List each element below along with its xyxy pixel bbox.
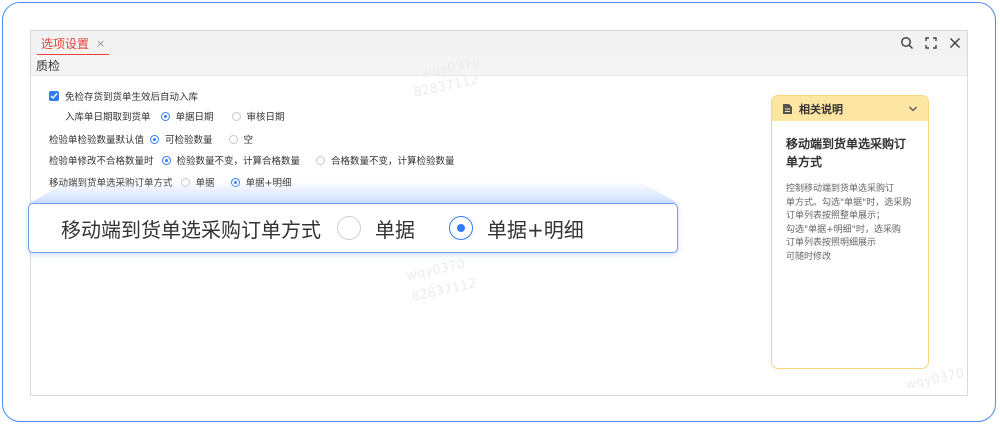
help-panel-title: 相关说明 — [799, 102, 843, 116]
help-panel-header[interactable]: 相关说明 — [772, 96, 928, 121]
section-title: 质检 — [36, 59, 61, 73]
inbound-date-row: 入库单日期取到货单 单据日期 审核日期 — [65, 109, 287, 123]
help-subtitle: 移动端到货单选采购订单方式 — [786, 137, 907, 169]
modify-fail-radio-keep-inspect[interactable] — [161, 155, 171, 165]
modify-fail-radio-keep-pass[interactable] — [316, 155, 326, 165]
tab-close-icon[interactable]: × — [96, 38, 105, 49]
default-qty-label: 检验单检验数量默认值 — [49, 135, 145, 146]
auto-stock-checkbox[interactable] — [49, 91, 59, 101]
help-line: 勾选"单据+明细"时，选采购 — [786, 224, 901, 235]
help-panel: 相关说明 移动端到货单选采购订单方式 控制移动端到货单选采购订 单方式。勾选"单… — [771, 95, 929, 369]
tab-options-settings[interactable]: 选项设置 × — [37, 33, 110, 56]
fullscreen-icon[interactable] — [919, 31, 943, 55]
modify-fail-option-keep-pass[interactable]: 合格数量不变，计算检验数量 — [331, 153, 455, 167]
inbound-date-option-audit[interactable]: 审核日期 — [247, 109, 285, 123]
help-line: 订单列表按照整单展示； — [786, 211, 886, 221]
modify-fail-row: 检验单修改不合格数量时 检验数量不变，计算合格数量 合格数量不变，计算检验数量 — [49, 153, 457, 167]
help-line: 控制移动端到货单选采购订 — [786, 184, 895, 194]
check-icon — [50, 93, 58, 100]
default-qty-radio-empty[interactable] — [228, 134, 238, 144]
zoom-highlight-beam — [30, 181, 678, 203]
close-icon[interactable] — [943, 31, 967, 55]
search-icon[interactable] — [895, 31, 919, 55]
section-header-quality: 质检 — [31, 55, 967, 76]
document-icon — [783, 103, 792, 114]
window-toolbar — [895, 31, 967, 55]
inbound-date-radio-doc[interactable] — [160, 111, 170, 121]
inbound-date-option-doc[interactable]: 单据日期 — [176, 109, 214, 123]
auto-stock-row: 免检存货到货单生效后自动入库 — [49, 89, 198, 103]
default-qty-option-empty[interactable]: 空 — [244, 132, 254, 146]
zoom-label: 移动端到货单选采购订单方式 — [61, 217, 321, 242]
zoom-option-doc[interactable]: 单据 — [375, 214, 415, 243]
help-description: 控制移动端到货单选采购订 单方式。勾选"单据"时，选采购 订单列表按照整单展示；… — [786, 183, 914, 264]
zoom-radio-doc-detail[interactable] — [449, 216, 473, 240]
modify-fail-label: 检验单修改不合格数量时 — [49, 156, 154, 167]
inbound-date-label: 入库单日期取到货单 — [65, 112, 151, 123]
default-qty-option-inspectable[interactable]: 可检验数量 — [165, 132, 213, 146]
zoom-radio-doc[interactable] — [337, 216, 361, 240]
default-qty-row: 检验单检验数量默认值 可检验数量 空 — [49, 132, 255, 146]
modify-fail-option-keep-inspect[interactable]: 检验数量不变，计算合格数量 — [177, 153, 301, 167]
tab-bar: 选项设置 × — [31, 31, 967, 56]
zoom-option-doc-detail[interactable]: 单据+明细 — [487, 214, 584, 243]
auto-stock-label: 免检存货到货单生效后自动入库 — [65, 92, 199, 103]
tab-label: 选项设置 — [41, 37, 90, 51]
help-line: 单方式。勾选"单据"时，选采购 — [786, 197, 912, 208]
inbound-date-radio-audit[interactable] — [231, 111, 241, 121]
chevron-down-icon[interactable] — [908, 105, 918, 113]
help-line: 可随时修改 — [786, 251, 832, 262]
default-qty-radio-inspectable[interactable] — [150, 134, 160, 144]
help-line: 订单列表按照明细展示 — [786, 238, 877, 248]
zoom-callout-mobile-mode: 移动端到货单选采购订单方式 单据 单据+明细 — [28, 203, 678, 253]
